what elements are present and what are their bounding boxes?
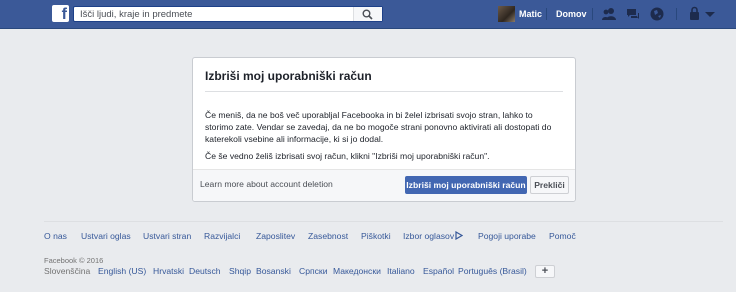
notifications-globe-icon[interactable] [649,6,665,22]
messages-icon[interactable] [625,6,641,22]
cancel-button[interactable]: Prekliči [530,176,569,194]
footer-link-terms[interactable]: Pogoji uporabe [478,231,536,241]
language-link[interactable]: Shqip [229,266,251,276]
footer-link-help[interactable]: Pomoč [549,231,576,241]
footer-link-create-page[interactable]: Ustvari stran [143,231,191,241]
dialog-title-divider [205,91,563,92]
ad-choices-icon [455,230,464,241]
search-input[interactable] [74,7,368,21]
nav-divider [546,8,547,20]
search-icon [362,9,373,20]
delete-account-button[interactable]: Izbriši moj uporabniški račun [405,176,527,194]
footer-link-ad-choices[interactable]: Izbor oglasov [403,230,464,241]
language-link[interactable]: Bosanski [256,266,291,276]
nav-divider [676,8,677,20]
current-language: Slovenščina [44,266,91,276]
language-link[interactable]: Português (Brasil) [458,266,527,276]
ad-choices-label: Izbor oglasov [403,231,455,241]
dialog-title: Izbriši moj uporabniški račun [205,69,372,83]
footer-link-create-ad[interactable]: Ustvari oglas [81,231,131,241]
footer-link-careers[interactable]: Zaposlitev [256,231,295,241]
friend-requests-icon[interactable] [601,6,617,22]
account-menu-icon[interactable] [704,6,716,22]
language-link[interactable]: English (US) [98,266,146,276]
profile-avatar[interactable] [498,6,515,22]
footer-link-cookies[interactable]: Piškotki [361,231,391,241]
dialog-instruction-text: Če še vedno želiš izbrisati svoj račun, … [205,151,490,161]
learn-more-link[interactable]: Learn more about account deletion [200,179,333,189]
copyright-text: Facebook © 2016 [44,256,104,265]
nav-divider [592,8,593,20]
top-navigation-bar: f Matic Domov [0,0,736,29]
dialog-footer: Learn more about account deletion Izbriš… [193,169,575,201]
facebook-logo-letter: f [61,6,67,23]
footer-link-privacy[interactable]: Zasebnost [308,231,348,241]
footer-divider [44,221,723,222]
profile-name-link[interactable]: Matic [519,9,542,19]
search-box [73,6,383,22]
facebook-logo[interactable]: f [52,5,69,23]
more-languages-button[interactable]: + [535,265,555,278]
language-link[interactable]: Español [423,266,454,276]
language-link[interactable]: Македонски [333,266,381,276]
language-link[interactable]: Српски [299,266,328,276]
search-button[interactable] [353,7,382,21]
dialog-warning-text: Če meniš, da ne boš več uporabljal Faceb… [205,110,552,144]
language-link[interactable]: Hrvatski [153,266,184,276]
privacy-shortcuts-icon[interactable] [687,6,703,22]
footer-link-developers[interactable]: Razvijalci [204,231,240,241]
footer-link-about[interactable]: O nas [44,231,67,241]
language-link[interactable]: Italiano [387,266,415,276]
delete-account-dialog: Izbriši moj uporabniški račun Če meniš, … [192,57,576,202]
home-link[interactable]: Domov [556,9,587,19]
language-link[interactable]: Deutsch [189,266,221,276]
